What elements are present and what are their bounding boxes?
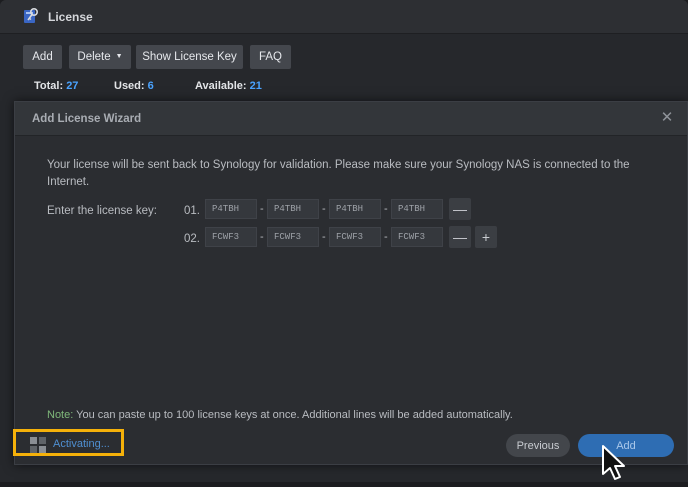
total-value: 27 [66,80,79,92]
note-label: Note: [47,409,74,421]
license-key-input[interactable] [329,199,381,219]
license-key-icon [22,7,40,25]
license-key-label: Enter the license key: [47,205,157,217]
note-text: You can paste up to 100 license keys at … [73,409,513,421]
key-separator: - [322,203,326,215]
key-separator: - [384,231,388,243]
add-row-icon[interactable]: + [475,226,497,248]
license-key-input[interactable] [205,199,257,219]
add-button[interactable]: Add [23,45,62,69]
available-stat: Available: 21 [195,80,262,92]
available-label: Available: [195,80,247,92]
faq-button[interactable]: FAQ [250,45,291,69]
total-stat: Total: 27 [34,80,78,92]
window-titlebar: License [0,0,688,34]
license-window: License Add Delete ▼ Show License Key FAQ… [0,0,688,482]
wizard-header: Add License Wizard ✕ [15,102,687,136]
add-license-wizard: Add License Wizard ✕ Your license will b… [13,101,688,465]
wizard-title: Add License Wizard [32,113,142,125]
wizard-message: Your license will be sent back to Synolo… [47,159,630,188]
license-key-input[interactable] [329,227,381,247]
remove-row-icon[interactable]: — [449,226,471,248]
total-label: Total: [34,80,64,92]
license-key-input[interactable] [391,227,443,247]
chevron-down-icon: ▼ [115,53,123,61]
license-key-input[interactable] [391,199,443,219]
used-stat: Used: 6 [114,80,154,92]
delete-button-label: Delete [77,51,111,63]
key-separator: - [260,231,264,243]
wizard-note: Note: You can paste up to 100 license ke… [47,409,513,421]
key-separator: - [260,203,264,215]
wizard-footer: Activating... Previous Add [13,425,687,463]
previous-button[interactable]: Previous [506,434,570,457]
delete-dropdown-button[interactable]: Delete ▼ [69,45,131,69]
window-title: License [48,10,93,24]
available-value: 21 [249,80,262,92]
show-license-key-button[interactable]: Show License Key [136,45,243,69]
license-key-input[interactable] [205,227,257,247]
row-number: 02. [184,233,200,245]
remove-row-icon[interactable]: — [449,198,471,220]
license-key-input[interactable] [267,227,319,247]
used-label: Used: [114,80,145,92]
activating-spinner-icon [29,436,47,454]
row-number: 01. [184,205,200,217]
activating-status-text: Activating... [53,438,110,450]
key-separator: - [384,203,388,215]
used-value: 6 [147,80,154,92]
close-icon[interactable]: ✕ [658,109,676,127]
mouse-pointer-icon [600,444,628,482]
license-key-input[interactable] [267,199,319,219]
key-separator: - [322,231,326,243]
